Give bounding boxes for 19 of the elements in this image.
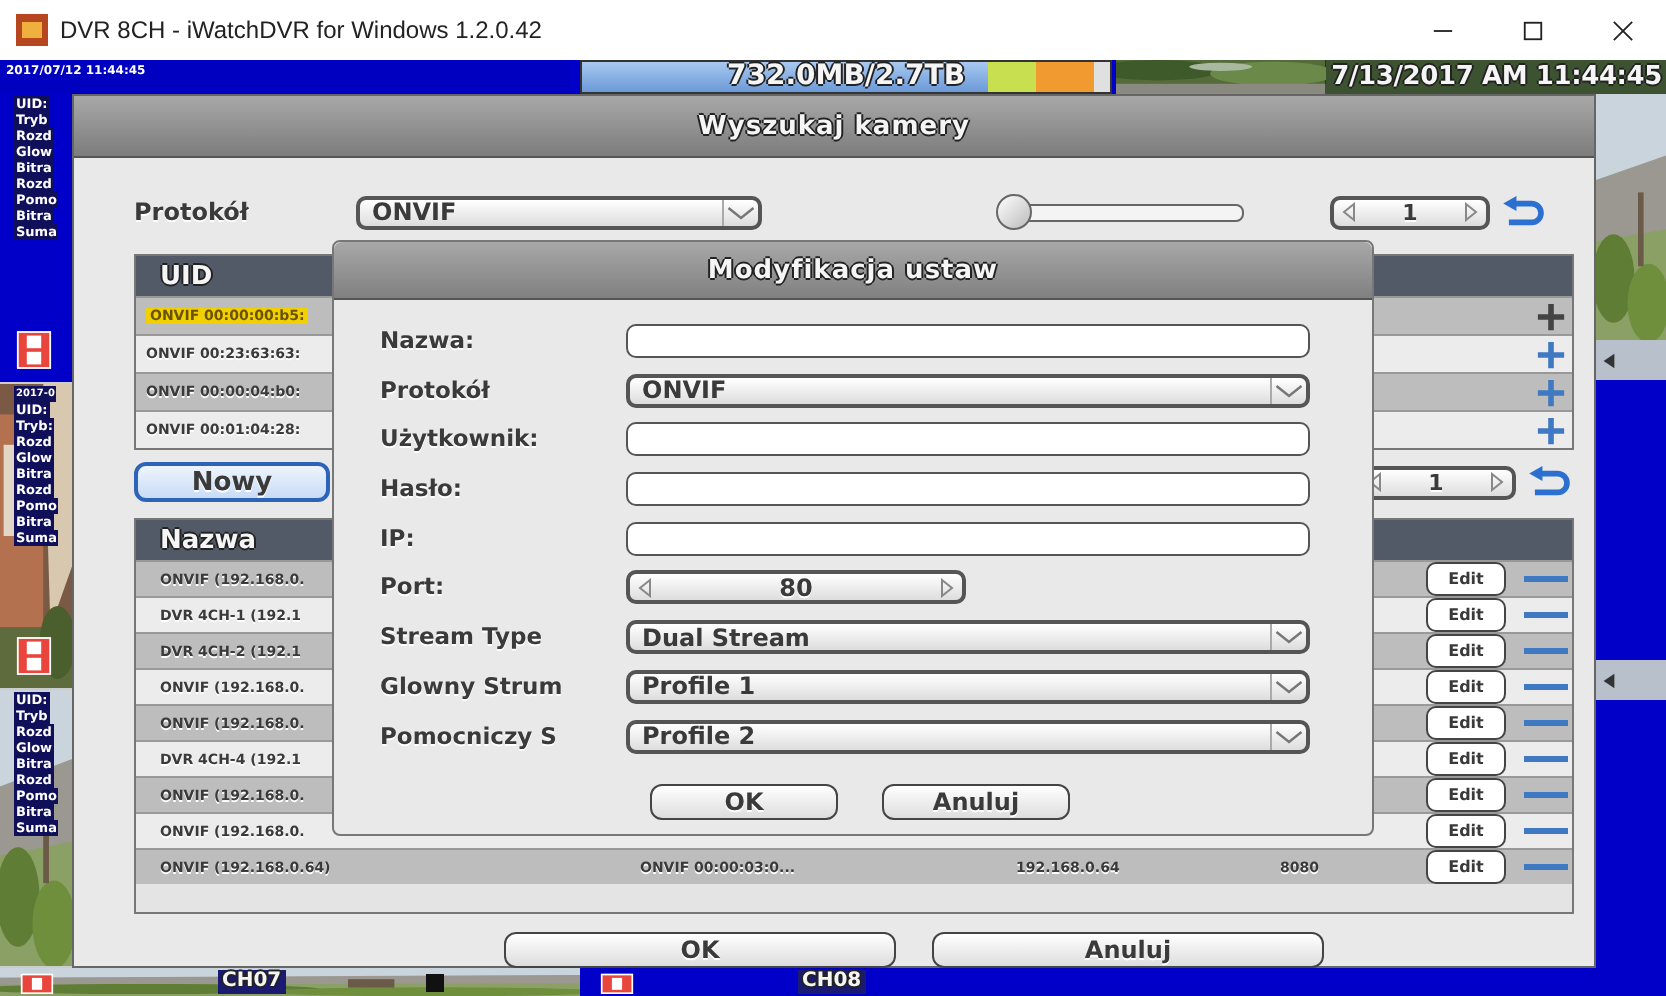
field-label: Pomocniczy S [380,719,559,753]
window-title: DVR 8CH - iWatchDVR for Windows 1.2.0.42 [60,16,542,44]
field-label: Nazwa: [380,324,477,358]
field-label: Użytkownik: [380,422,541,457]
field-label: Protokół [380,373,492,408]
dialog-title: Modyfikacja ustaw [707,255,999,285]
date-time: 7/13/2017 AM 11:44:45 [1325,60,1666,94]
column-header: Nazwa [160,525,257,555]
field-label: Stream Type [380,620,545,655]
disk-usage: 732.0MB/2.7TB [726,62,966,92]
field-label: Protokół [134,198,251,226]
field-label: Hasło: [380,472,464,507]
field-label: IP: [380,521,417,556]
column-header: UID [160,261,213,291]
channel-label: CH07 [218,970,286,994]
field-label: Glowny Strum [380,669,565,704]
dialog-title: Wyszukaj kamery [698,111,970,141]
field-label: Port: [380,570,447,605]
channel-label: CH08 [798,970,866,994]
